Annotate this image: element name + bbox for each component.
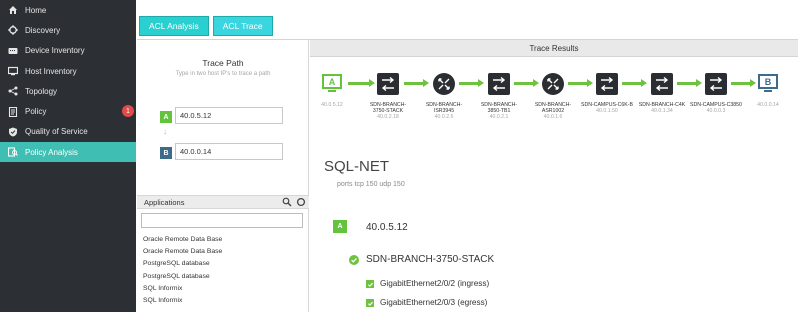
trace-node-source[interactable]: A 40.0.5.12 — [302, 72, 362, 108]
node-ip: 40.0.0.3 — [706, 108, 726, 115]
interface-ingress[interactable]: GigabitEthernet2/0/2 (ingress) — [380, 279, 489, 288]
node-ip: 40.0.2.1 — [489, 114, 509, 121]
sidebar-item-label: Home — [25, 5, 47, 15]
router-icon — [541, 72, 565, 96]
tab-acl-analysis[interactable]: ACL Analysis — [139, 16, 209, 36]
trace-node[interactable]: SDN-BRANCH- ISR3945 40.0.2.6 — [414, 72, 474, 120]
list-item[interactable]: SQL Informix — [143, 295, 303, 307]
trace-node[interactable]: SDN-CAMPUS-C6K-B 40.0.1.50 — [577, 72, 637, 114]
sidebar-item-label: Discovery — [25, 25, 61, 35]
node-name: SDN-BRANCH- ISR3945 — [425, 102, 463, 115]
sidebar-item-topology[interactable]: Topology — [0, 81, 136, 101]
trace-node[interactable]: SDN-BRANCH-C4K 40.0.1.34 — [632, 72, 692, 114]
tab-bar: ACL Analysis ACL Trace — [139, 16, 273, 36]
router-icon — [432, 72, 456, 96]
sidebar-item-discovery[interactable]: Discovery — [0, 20, 136, 40]
tab-acl-trace[interactable]: ACL Trace — [212, 16, 273, 36]
trace-node[interactable]: SDN-BRANCH- 3850-TB1 40.0.2.1 — [469, 72, 529, 120]
list-item[interactable]: PostgreSQL database — [143, 258, 303, 270]
sidebar-item-policy[interactable]: Policy 1 — [0, 101, 136, 121]
sidebar-item-policy-analysis[interactable]: Policy Analysis — [0, 142, 136, 163]
svg-text:B: B — [765, 77, 772, 87]
sidebar-item-label: Topology — [25, 86, 58, 96]
node-ip: 40.0.5.12 — [321, 102, 343, 108]
checkbox-icon[interactable] — [366, 280, 374, 288]
sidebar: Home Discovery Device Inventory Host Inv… — [0, 0, 136, 312]
node-ip: 40.0.2.6 — [434, 114, 454, 121]
discovery-icon — [7, 25, 18, 36]
check-circle-icon — [349, 255, 359, 265]
qos-icon — [7, 126, 18, 137]
sidebar-item-device-inventory[interactable]: Device Inventory — [0, 41, 136, 61]
node-name: SDN-BRANCH- 3750-STACK — [369, 102, 407, 115]
node-ip: 40.0.0.14 — [757, 102, 779, 108]
home-icon — [7, 5, 18, 16]
trace-node-destination[interactable]: B 40.0.0.14 — [738, 72, 798, 108]
device-inventory-icon — [7, 45, 18, 56]
applications-list: Oracle Remote Data Base Oracle Remote Da… — [143, 234, 303, 307]
trace-node[interactable]: SDN-BRANCH- ASR1002 40.0.1.6 — [523, 72, 583, 120]
trace-node[interactable]: SDN-BRANCH- 3750-STACK 40.0.2.18 — [358, 72, 418, 120]
applications-tools — [281, 196, 307, 208]
sidebar-item-quality-of-service[interactable]: Quality of Service — [0, 122, 136, 142]
application-title: SQL-NET — [324, 158, 390, 175]
trace-path-panel: Trace Path Type in two host IP's to trac… — [137, 40, 309, 312]
sidebar-item-label: Policy Analysis — [25, 147, 78, 157]
switch-icon — [487, 72, 511, 96]
source-host-badge: A — [333, 220, 347, 233]
applications-header: Applications — [137, 195, 309, 209]
source-host-icon: A — [320, 72, 344, 96]
applications-search-input[interactable] — [141, 213, 303, 228]
node-ip: 40.0.1.50 — [596, 108, 618, 115]
clear-icon[interactable] — [295, 196, 307, 208]
source-ip-label: 40.0.5.12 — [366, 222, 408, 233]
app-root: Home Discovery Device Inventory Host Inv… — [0, 0, 798, 312]
search-icon[interactable] — [281, 196, 293, 208]
list-item[interactable]: PostgreSQL database — [143, 271, 303, 283]
source-host-badge: A — [160, 111, 172, 123]
node-ip: 40.0.1.6 — [543, 114, 563, 121]
policy-analysis-icon — [7, 147, 18, 158]
list-item[interactable]: SQL Informix — [143, 283, 303, 295]
list-item[interactable]: Oracle Remote Data Base — [143, 234, 303, 246]
switch-icon — [704, 72, 728, 96]
application-ports: ports tcp 150 udp 150 — [337, 181, 405, 188]
trace-path-diagram: A 40.0.5.12 SDN-BRANCH- 3750-STACK 40.0.… — [318, 72, 798, 132]
sidebar-item-label: Device Inventory — [25, 46, 85, 56]
device-name-label: SDN-BRANCH-3750-STACK — [366, 254, 495, 265]
arrow-down-icon: ↓ — [163, 127, 167, 136]
switch-icon — [376, 72, 400, 96]
node-name: SDN-BRANCH- 3850-TB1 — [480, 102, 518, 115]
trace-node[interactable]: SDN-CAMPUS-C3850 40.0.0.3 — [686, 72, 746, 114]
trace-path-subtitle: Type in two host IP's to trace a path — [175, 71, 271, 77]
sidebar-item-label: Policy — [25, 107, 47, 117]
policy-icon — [7, 106, 18, 117]
destination-ip-input[interactable] — [175, 143, 283, 160]
sidebar-item-host-inventory[interactable]: Host Inventory — [0, 61, 136, 81]
node-ip: 40.0.1.34 — [651, 108, 673, 115]
source-ip-input[interactable] — [175, 107, 283, 124]
svg-text:A: A — [329, 77, 336, 87]
trace-path-title: Trace Path — [202, 58, 244, 68]
sidebar-item-home[interactable]: Home — [0, 0, 136, 20]
sidebar-item-label: Host Inventory — [25, 66, 77, 76]
applications-header-label: Applications — [144, 197, 185, 207]
node-name: SDN-BRANCH- ASR1002 — [534, 102, 572, 115]
switch-icon — [595, 72, 619, 96]
switch-icon — [650, 72, 674, 96]
node-ip: 40.0.2.18 — [377, 114, 399, 121]
destination-host-icon: B — [756, 72, 780, 96]
list-item[interactable]: Oracle Remote Data Base — [143, 246, 303, 258]
destination-host-badge: B — [160, 147, 172, 159]
notification-badge: 1 — [122, 105, 134, 118]
checkbox-icon[interactable] — [366, 299, 374, 307]
topology-icon — [7, 86, 18, 97]
sidebar-item-label: Quality of Service — [25, 127, 88, 137]
host-inventory-icon — [7, 66, 18, 77]
interface-egress[interactable]: GigabitEthernet2/0/3 (egress) — [380, 298, 487, 307]
trace-results-header: Trace Results — [310, 40, 798, 57]
